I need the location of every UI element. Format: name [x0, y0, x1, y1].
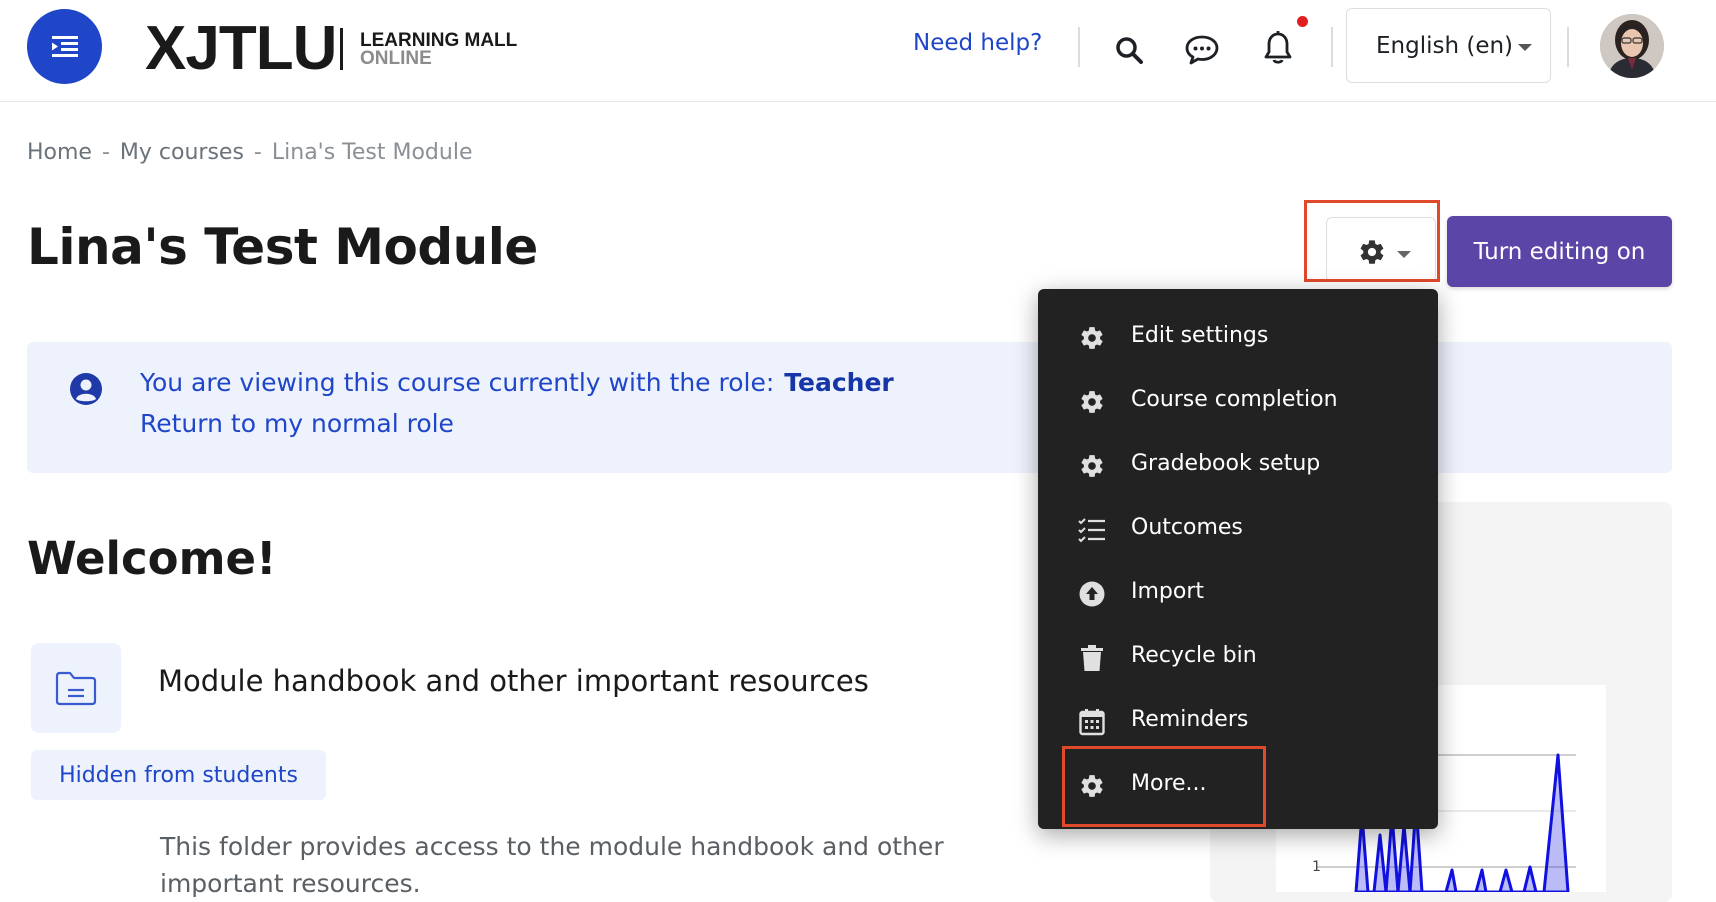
breadcrumb: Home - My courses - Lina's Test Module: [27, 140, 473, 165]
menu-collapse-icon: [51, 35, 78, 57]
hidden-from-students-badge: Hidden from students: [31, 750, 326, 800]
role-message: You are viewing this course currently wi…: [140, 368, 894, 397]
menu-item-edit-settings[interactable]: Edit settings: [1038, 309, 1438, 363]
gear-icon: [1078, 388, 1106, 416]
menu-item-label: Import: [1131, 579, 1205, 604]
role-message-text: You are viewing this course currently wi…: [140, 368, 775, 397]
breadcrumb-home[interactable]: Home: [27, 140, 92, 165]
highlight-box: [1304, 200, 1440, 282]
activity-title-link[interactable]: Module handbook and other important reso…: [158, 664, 869, 698]
top-navbar: XJTLU LEARNING MALL ONLINE Need help? En…: [0, 0, 1716, 102]
header-divider: [1331, 27, 1333, 67]
folder-activity-icon[interactable]: [31, 643, 121, 733]
language-selector[interactable]: English (en): [1346, 8, 1551, 83]
logo-subtitle-bottom: ONLINE: [360, 48, 432, 69]
menu-item-outcomes[interactable]: Outcomes: [1038, 501, 1438, 555]
breadcrumb-separator: -: [253, 140, 262, 165]
user-photo-icon: [1600, 14, 1664, 78]
site-logo[interactable]: XJTLU: [145, 14, 337, 84]
breadcrumb-current[interactable]: Lina's Test Module: [272, 140, 473, 165]
messages-button[interactable]: [1183, 32, 1221, 68]
header-divider: [1078, 27, 1080, 67]
highlight-box: [1062, 746, 1266, 827]
chat-bubble-icon: [1185, 35, 1219, 65]
menu-item-label: Outcomes: [1131, 515, 1243, 540]
turn-editing-on-button[interactable]: Turn editing on: [1447, 216, 1672, 287]
drawer-toggle-button[interactable]: [27, 9, 102, 84]
user-circle-icon: [70, 373, 102, 405]
folder-icon: [55, 671, 97, 706]
language-label: English (en): [1376, 32, 1514, 59]
activity-description: This folder provides access to the modul…: [160, 832, 944, 898]
breadcrumb-separator: -: [101, 140, 110, 165]
checklist-icon: [1078, 516, 1106, 544]
user-avatar[interactable]: [1600, 14, 1664, 78]
menu-item-course-completion[interactable]: Course completion: [1038, 373, 1438, 427]
header-divider: [1567, 27, 1569, 67]
caret-down-icon: [1518, 44, 1532, 51]
chart-tick-label: 1: [1312, 859, 1321, 875]
gear-icon: [1078, 452, 1106, 480]
calendar-icon: [1078, 708, 1106, 736]
need-help-link[interactable]: Need help?: [913, 30, 1042, 56]
page-title: Lina's Test Module: [27, 218, 538, 276]
role-name: Teacher: [784, 368, 894, 397]
menu-item-label: Recycle bin: [1131, 643, 1257, 668]
logo-divider: [340, 28, 343, 70]
gear-icon: [1078, 324, 1106, 352]
menu-item-import[interactable]: Import: [1038, 565, 1438, 619]
upload-icon: [1078, 580, 1106, 608]
menu-item-recycle-bin[interactable]: Recycle bin: [1038, 629, 1438, 683]
return-to-normal-role-link[interactable]: Return to my normal role: [140, 409, 454, 438]
menu-item-gradebook-setup[interactable]: Gradebook setup: [1038, 437, 1438, 491]
notification-badge: [1297, 16, 1308, 27]
trash-icon: [1078, 644, 1106, 672]
menu-item-label: Course completion: [1131, 387, 1338, 412]
notifications-button[interactable]: [1262, 29, 1294, 67]
menu-item-label: Edit settings: [1131, 323, 1269, 348]
breadcrumb-my-courses[interactable]: My courses: [120, 140, 244, 165]
search-icon: [1116, 37, 1143, 64]
menu-item-label: Reminders: [1131, 707, 1249, 732]
menu-item-reminders[interactable]: Reminders: [1038, 693, 1438, 747]
search-button[interactable]: [1113, 34, 1145, 66]
bell-icon: [1264, 31, 1292, 64]
section-heading: Welcome!: [27, 532, 277, 585]
menu-item-label: Gradebook setup: [1131, 451, 1321, 476]
